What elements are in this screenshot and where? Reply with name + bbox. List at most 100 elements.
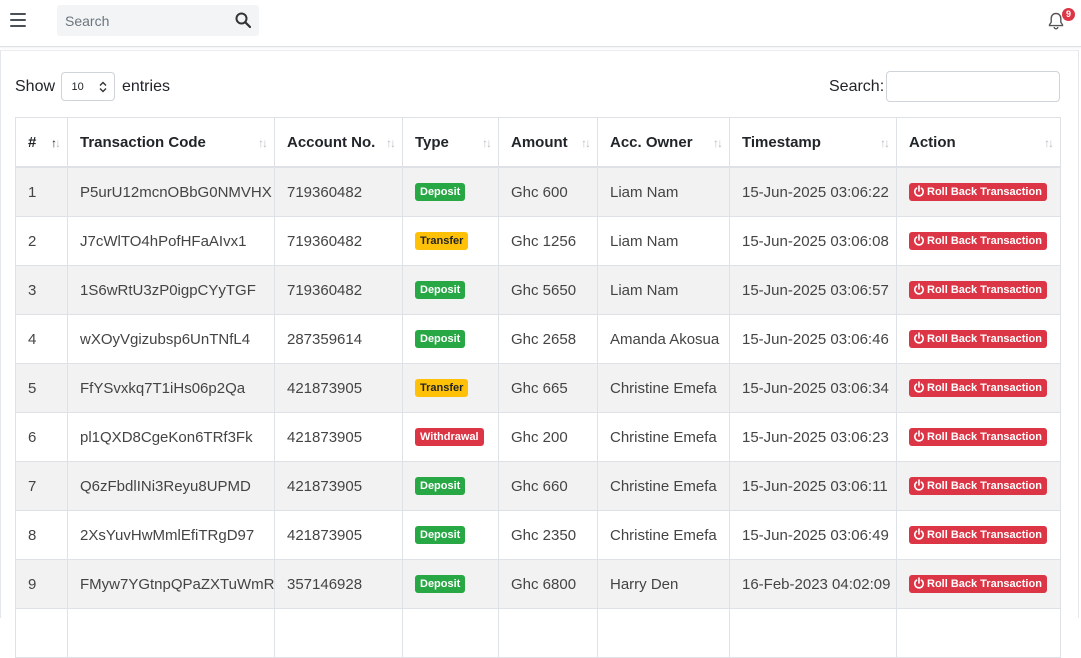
cell-acc-owner: Christine Emefa: [597, 461, 730, 511]
navbar-search: [57, 5, 259, 36]
cell-type: Deposit: [402, 265, 499, 315]
cell-amount: Ghc 665: [498, 363, 598, 413]
cell-amount: Ghc 5650: [498, 265, 598, 315]
cell-number: 7: [15, 461, 68, 511]
cell-transaction-code: P5urU12mcnOBbG0NMVHX: [67, 166, 275, 217]
type-badge: Deposit: [415, 575, 466, 594]
search-icon[interactable]: [235, 12, 251, 28]
roll-back-transaction-label: Roll Back Transaction: [927, 578, 1042, 591]
power-icon: [914, 283, 924, 295]
navbar-search-input[interactable]: [57, 5, 235, 36]
table-header-row: # ↑↓ Transaction Code ↑↓ Account No. ↑↓ Typ…: [15, 117, 1061, 168]
column-header-timestamp[interactable]: Timestamp ↑↓: [729, 117, 897, 168]
sort-icon: ↑↓: [386, 136, 396, 150]
type-badge: Deposit: [415, 330, 466, 349]
roll-back-transaction-label: Roll Back Transaction: [927, 529, 1042, 542]
table-row: 3 1S6wRtU3zP0igpCYyTGF 719360482 Deposit Ghc…: [15, 265, 1061, 315]
cell-number: 9: [15, 559, 68, 609]
roll-back-transaction-label: Roll Back Transaction: [927, 431, 1042, 444]
cell-transaction-code: Q6zFbdlINi3Reyu8UPMD: [67, 461, 275, 511]
roll-back-transaction-label: Roll Back Transaction: [927, 235, 1042, 248]
roll-back-transaction-button[interactable]: Roll Back Transaction: [909, 477, 1047, 496]
column-header-acc-owner[interactable]: Acc. Owner ↑↓: [597, 117, 730, 168]
cell-account-no: 357146928: [274, 559, 403, 609]
cell-type: Transfer: [402, 216, 499, 266]
roll-back-transaction-label: Roll Back Transaction: [927, 333, 1042, 346]
cell-amount: Ghc 600: [498, 166, 598, 217]
table-search-input[interactable]: [886, 71, 1060, 102]
column-header-type[interactable]: Type ↑↓: [402, 117, 499, 168]
cell-number: 3: [15, 265, 68, 315]
column-header-action[interactable]: Action ↑↓: [896, 117, 1061, 168]
type-badge: Deposit: [415, 183, 466, 202]
cell-action: Roll Back Transaction: [896, 412, 1061, 462]
cell-timestamp: 15-Jun-2025 03:06:23: [729, 412, 897, 462]
roll-back-transaction-button[interactable]: Roll Back Transaction: [909, 575, 1047, 594]
roll-back-transaction-label: Roll Back Transaction: [927, 284, 1042, 297]
table-row: 6 pl1QXD8CgeKon6TRf3Fk 421873905 Withdrawal…: [15, 412, 1061, 462]
cell-acc-owner: Liam Nam: [597, 216, 730, 266]
cell-acc-owner: Harry Den: [597, 559, 730, 609]
table-row: 4 wXOyVgizubsp6UnTNfL4 287359614 Deposit Ghc…: [15, 314, 1061, 364]
cell-action: Roll Back Transaction: [896, 314, 1061, 364]
type-badge: Transfer: [415, 232, 469, 251]
entries-select[interactable]: 10: [61, 72, 116, 102]
cell-number: 2: [15, 216, 68, 266]
roll-back-transaction-button[interactable]: Roll Back Transaction: [909, 330, 1047, 349]
power-icon: [914, 430, 924, 442]
cell-amount: Ghc 660: [498, 461, 598, 511]
cell-amount: Ghc 200: [498, 412, 598, 462]
top-navbar: 9: [0, 0, 1081, 47]
roll-back-transaction-button[interactable]: Roll Back Transaction: [909, 379, 1047, 398]
column-header-transaction-code[interactable]: Transaction Code ↑↓: [67, 117, 275, 168]
power-icon: [914, 479, 924, 491]
cell-amount: Ghc 1256: [498, 216, 598, 266]
cell-account-no: 421873905: [274, 510, 403, 560]
power-icon: [914, 577, 924, 589]
notification-count-badge: 9: [1062, 8, 1075, 21]
cell-timestamp: 15-Jun-2025 03:06:08: [729, 216, 897, 266]
roll-back-transaction-button[interactable]: Roll Back Transaction: [909, 183, 1047, 202]
cell-account-no: 421873905: [274, 363, 403, 413]
cell-type: Withdrawal: [402, 412, 499, 462]
cell-timestamp: 15-Jun-2025 03:06:46: [729, 314, 897, 364]
type-badge: Transfer: [415, 379, 469, 398]
cell-amount: Ghc 2658: [498, 314, 598, 364]
cell-amount: [498, 608, 598, 658]
roll-back-transaction-button[interactable]: Roll Back Transaction: [909, 232, 1047, 251]
sort-icon: ↑↓: [258, 136, 268, 150]
cell-acc-owner: Amanda Akosua: [597, 314, 730, 364]
column-header-amount[interactable]: Amount ↑↓: [498, 117, 598, 168]
column-header-number[interactable]: # ↑↓: [15, 117, 68, 168]
cell-account-no: 719360482: [274, 265, 403, 315]
cell-action: [896, 608, 1061, 658]
table-row: 1 P5urU12mcnOBbG0NMVHX 719360482 Deposit Ghc…: [15, 166, 1061, 217]
cell-number: [15, 608, 68, 658]
table-row: 9 FMyw7YGtnpQPaZXTuWmR 357146928 Deposit Ghc…: [15, 559, 1061, 609]
cell-timestamp: 16-Feb-2023 04:02:09: [729, 559, 897, 609]
cell-amount: Ghc 2350: [498, 510, 598, 560]
cell-account-no: 287359614: [274, 314, 403, 364]
power-icon: [914, 185, 924, 197]
table-row: 8 2XsYuvHwMmlEfiTRgD97 421873905 Deposit Ghc…: [15, 510, 1061, 560]
sort-icon: ↑↓: [1044, 136, 1054, 150]
roll-back-transaction-button[interactable]: Roll Back Transaction: [909, 281, 1047, 300]
roll-back-transaction-label: Roll Back Transaction: [927, 186, 1042, 199]
cell-action: Roll Back Transaction: [896, 559, 1061, 609]
cell-number: 8: [15, 510, 68, 560]
sort-icon: ↑↓: [713, 136, 723, 150]
cell-action: Roll Back Transaction: [896, 216, 1061, 266]
roll-back-transaction-label: Roll Back Transaction: [927, 480, 1042, 493]
cell-transaction-code: J7cWlTO4hPofHFaAIvx1: [67, 216, 275, 266]
cell-acc-owner: Christine Emefa: [597, 363, 730, 413]
hamburger-icon[interactable]: [10, 13, 26, 27]
cell-transaction-code: wXOyVgizubsp6UnTNfL4: [67, 314, 275, 364]
cell-action: Roll Back Transaction: [896, 166, 1061, 217]
cell-action: Roll Back Transaction: [896, 265, 1061, 315]
roll-back-transaction-button[interactable]: Roll Back Transaction: [909, 428, 1047, 447]
cell-account-no: 719360482: [274, 166, 403, 217]
roll-back-transaction-button[interactable]: Roll Back Transaction: [909, 526, 1047, 545]
cell-timestamp: 15-Jun-2025 03:06:57: [729, 265, 897, 315]
entries-length-control: Show 10 entries: [15, 71, 170, 102]
column-header-account-no[interactable]: Account No. ↑↓: [274, 117, 403, 168]
